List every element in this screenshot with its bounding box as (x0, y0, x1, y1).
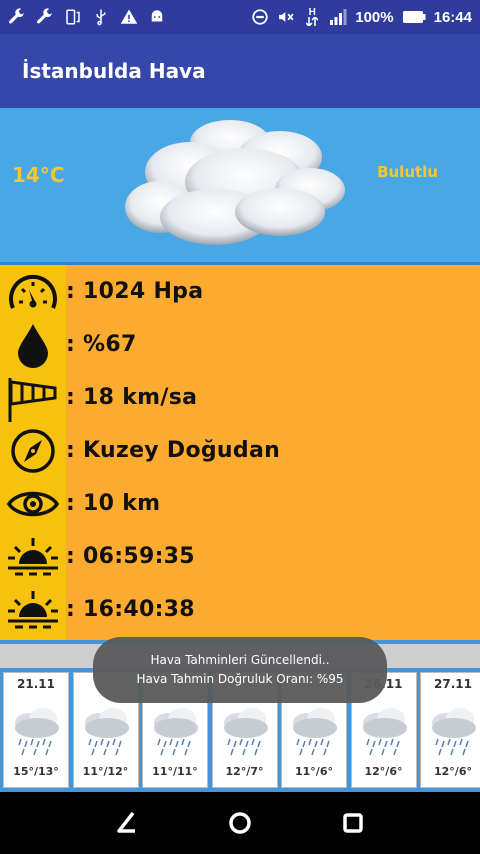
dnd-icon (251, 8, 269, 26)
sunrise-icon (0, 530, 66, 583)
rain-cloud-icon (223, 708, 268, 756)
wind-value: : 18 km/sa (66, 385, 198, 410)
current-condition: Bulutlu (377, 163, 438, 181)
sunset-icon (0, 583, 66, 636)
forecast-temp-range: 12°/7° (225, 765, 264, 778)
detail-row-visibility: : 10 km (0, 477, 480, 530)
humidity-drop-icon (0, 318, 66, 371)
forecast-temp-range: 15°/13° (13, 765, 59, 778)
signal-icon (329, 8, 347, 26)
windsock-icon (0, 371, 66, 424)
forecast-temp-range: 11°/6° (295, 765, 333, 778)
forecast-date: 21.11 (17, 677, 55, 691)
forecast-temp-range: 11°/12° (82, 765, 129, 778)
battery-percent: 100% (355, 8, 394, 26)
clock: 16:44 (433, 8, 472, 26)
compass-icon (0, 424, 66, 477)
status-right-icons: H 100% 16:44 (251, 8, 472, 26)
detail-row-humidity: : %67 (0, 318, 480, 371)
detail-row-pressure: : 1024 Hpa (0, 265, 480, 318)
sunrise-value: : 06:59:35 (66, 544, 195, 569)
android-icon (148, 8, 166, 26)
navigation-bar (0, 792, 480, 854)
pressure-value: : 1024 Hpa (66, 279, 204, 304)
forecast-temp-range: 12°/6° (364, 765, 403, 778)
pressure-gauge-icon (0, 265, 66, 318)
rain-cloud-icon (84, 708, 129, 756)
direction-value: : Kuzey Doğudan (66, 438, 281, 463)
warning-icon (120, 8, 138, 26)
current-weather-panel: 14°C Bulutlu (0, 108, 480, 262)
data-type-label: H (308, 7, 316, 18)
sunset-value: : 16:40:38 (66, 597, 195, 622)
current-temperature: 14°C (12, 163, 65, 187)
forecast-temp-range: 12°/6° (434, 765, 472, 778)
rain-cloud-icon (154, 708, 198, 756)
forecast-date: 27.11 (434, 677, 472, 691)
toast-line-2: Hava Tahmin Doğruluk Oranı: %95 (136, 672, 344, 686)
detail-row-sunrise: : 06:59:35 (0, 530, 480, 583)
rain-cloud-icon (432, 708, 476, 756)
status-left-icons (8, 8, 166, 26)
forecast-day-card[interactable]: 27.11 12°/6° (420, 672, 480, 788)
detail-row-sunset: : 16:40:38 (0, 583, 480, 636)
visibility-eye-icon (0, 477, 66, 530)
app-title: İstanbulda Hava (22, 59, 206, 83)
app-bar: İstanbulda Hava (0, 34, 480, 108)
home-icon[interactable] (220, 803, 260, 843)
forecast-day-card[interactable]: 21.11 15°/13° (3, 672, 69, 788)
toast-message: Hava Tahminleri Güncellendi.. Hava Tahmi… (93, 637, 387, 703)
back-icon[interactable] (107, 803, 147, 843)
status-bar: H 100% 16:44 (0, 0, 480, 34)
wrench-icon (36, 8, 54, 26)
detail-row-direction: : Kuzey Doğudan (0, 424, 480, 477)
phone-rotate-icon (64, 8, 82, 26)
usb-icon (92, 8, 110, 26)
rain-cloud-icon (293, 708, 337, 756)
detail-row-wind: : 18 km/sa (0, 371, 480, 424)
recents-icon[interactable] (333, 803, 373, 843)
wrench-icon (8, 8, 26, 26)
battery-icon (402, 8, 426, 26)
visibility-value: : 10 km (66, 491, 161, 516)
forecast-temp-range: 11°/11° (152, 765, 198, 778)
toast-line-1: Hava Tahminleri Güncellendi.. (150, 653, 330, 668)
rain-cloud-icon (15, 708, 59, 756)
humidity-value: : %67 (66, 332, 137, 357)
mute-icon (277, 8, 295, 26)
cloudy-icon (125, 120, 345, 245)
weather-details: : 1024 Hpa : %67 : 18 km/sa : Kuzey Doğu… (0, 265, 480, 640)
rain-cloud-icon (362, 708, 407, 756)
data-h-icon: H (303, 8, 321, 26)
